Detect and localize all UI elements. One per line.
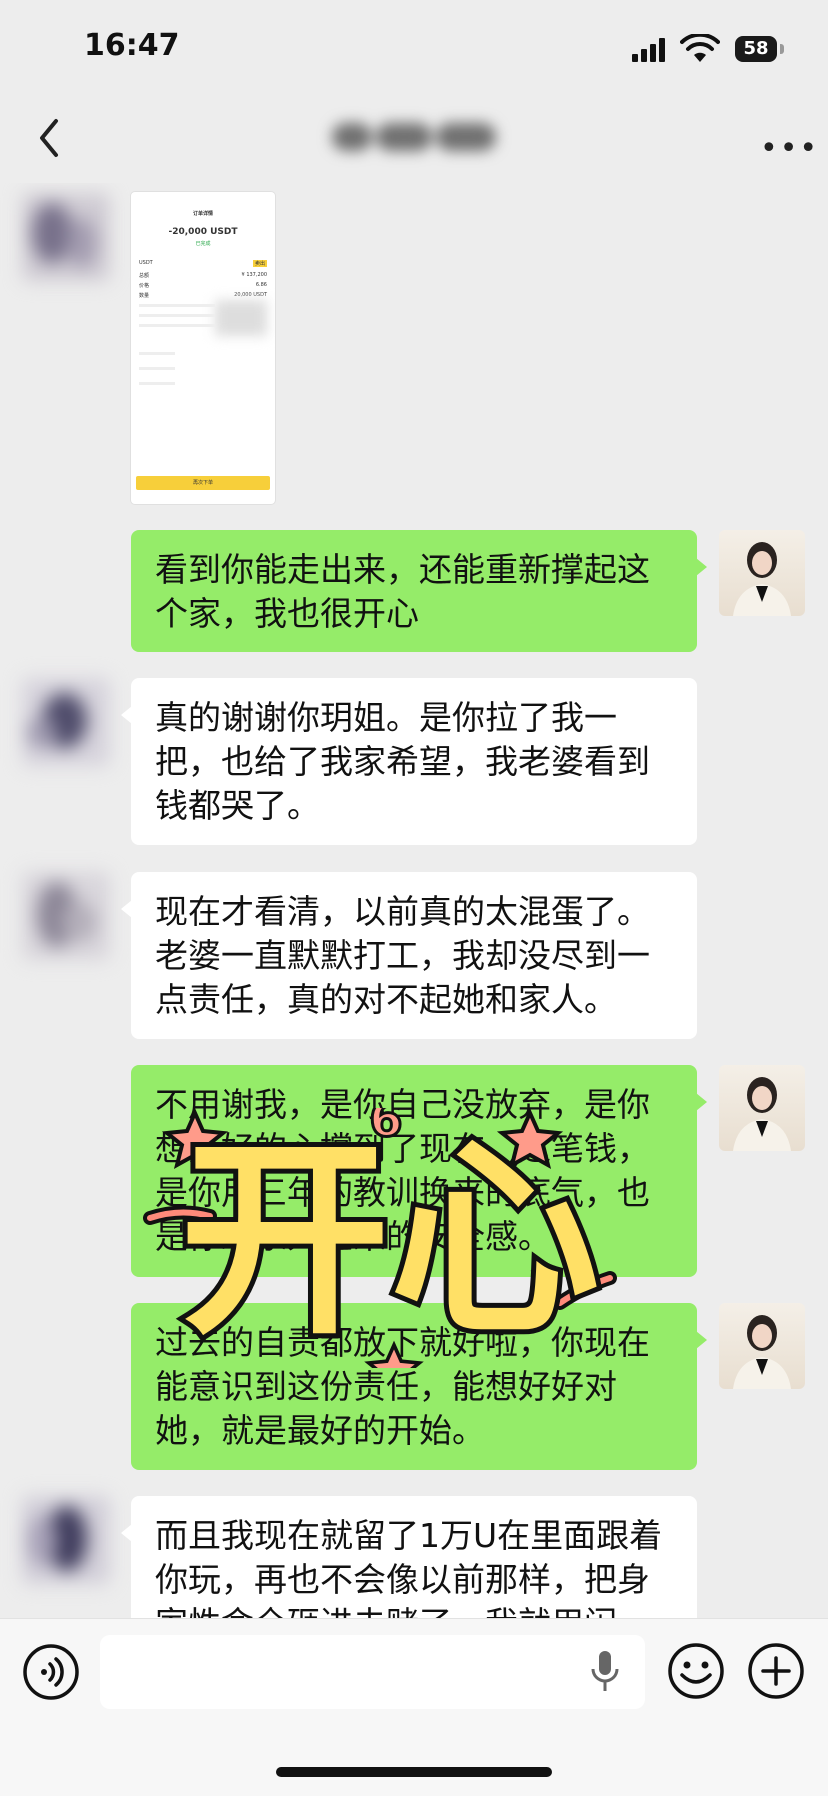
screenshot-row-label: 总额 (139, 273, 150, 279)
message-bubble[interactable]: 真的谢谢你玥姐。是你拉了我一把，也给了我家希望，我老婆看到钱都哭了。 (121, 678, 697, 845)
avatar[interactable] (22, 872, 110, 960)
screenshot-row-value: 6.86 (255, 282, 267, 288)
wifi-icon (680, 34, 720, 62)
screenshot-tag: 卖出 (252, 260, 267, 267)
screenshot-reorder-button: 再次下单 (136, 476, 270, 490)
message-bubble[interactable]: 而且我现在就留了1万U在里面跟着你玩，再也不会像以前那样，把身家性命全砸进去赌了… (121, 1496, 697, 1618)
emoji-icon[interactable] (666, 1641, 726, 1701)
plus-icon[interactable] (746, 1641, 806, 1701)
shared-order-screenshot[interactable]: 订单详情 -20,000 USDT 已完成 USDT 卖出 总额 ¥ 137,20… (131, 192, 275, 504)
message-bubble[interactable]: 现在才看清，以前真的太混蛋了。老婆一直默默打工，我却没尽到一点责任，真的对不起她… (121, 872, 697, 1039)
chat-header: ••• (0, 95, 828, 183)
avatar[interactable] (22, 678, 110, 766)
blurred-region (215, 300, 267, 336)
cellular-signal-icon (632, 38, 665, 62)
more-options-button[interactable]: ••• (760, 131, 819, 166)
screenshot-status: 已完成 (195, 241, 211, 247)
screenshot-row-label: 价格 (139, 283, 150, 289)
battery-icon: 58 (735, 36, 784, 62)
avatar[interactable] (719, 1303, 805, 1389)
screenshot-row-label: 数量 (139, 293, 150, 299)
avatar[interactable] (22, 1496, 110, 1584)
screenshot-row-value: 20,000 USDT (234, 292, 267, 298)
user-portrait (733, 542, 791, 616)
message-bubble[interactable]: 过去的自责都放下就好啦，你现在能意识到这份责任，能想好好对她，就是最好的开始。 (131, 1303, 707, 1470)
user-portrait (733, 1077, 791, 1151)
user-portrait (733, 1315, 791, 1389)
microphone-icon[interactable] (590, 1649, 620, 1693)
screenshot-amount: -20,000 USDT (168, 227, 238, 237)
battery-level: 58 (735, 36, 784, 62)
voice-input-icon[interactable] (22, 1643, 80, 1701)
status-bar: 16:47 58 (0, 0, 828, 95)
input-bar (0, 1618, 828, 1796)
chat-history[interactable]: 订单详情 -20,000 USDT 已完成 USDT 卖出 总额 ¥ 137,20… (0, 183, 828, 1618)
avatar[interactable] (719, 530, 805, 616)
screenshot-coin: USDT (139, 260, 153, 266)
home-indicator (276, 1767, 552, 1777)
message-input[interactable] (100, 1635, 645, 1709)
chat-title-blurred (330, 113, 510, 165)
status-time: 16:47 (84, 28, 180, 63)
message-bubble[interactable]: 不用谢我，是你自己没放弃，是你想变好的心撑到了现在。这笔钱，是你用三年的教训换来… (131, 1065, 707, 1277)
message-bubble[interactable]: 看到你能走出来，还能重新撑起这个家，我也很开心 (131, 530, 707, 652)
screenshot-row-value: ¥ 137,200 (241, 272, 267, 278)
screenshot-header: 订单详情 (192, 211, 213, 217)
avatar[interactable] (22, 193, 110, 281)
avatar[interactable] (719, 1065, 805, 1151)
chevron-left-icon[interactable] (30, 113, 70, 163)
